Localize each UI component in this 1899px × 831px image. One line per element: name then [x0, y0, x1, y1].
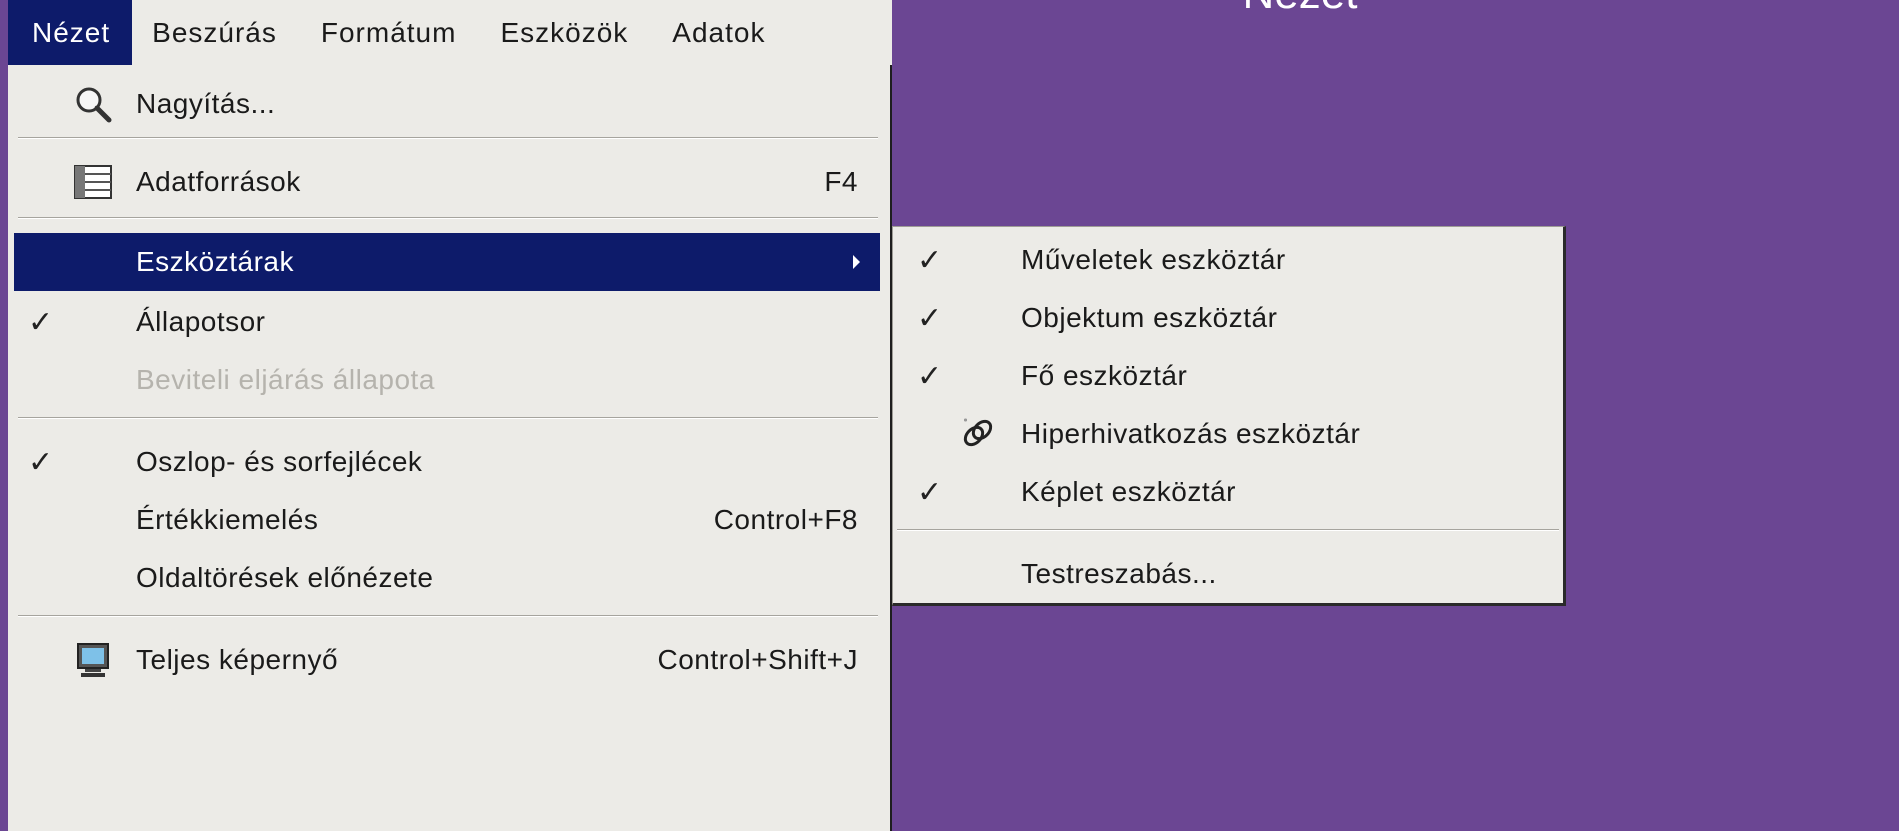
menubar-formatum[interactable]: Formátum [299, 0, 479, 65]
menubar: Nézet Beszúrás Formátum Eszközök Adatok [8, 0, 892, 65]
submenu-arrow-icon [853, 255, 860, 269]
check-icon: ✓ [917, 243, 943, 277]
menubar-nezet[interactable]: Nézet [8, 0, 133, 65]
submenu-item-label: Műveletek eszköztár [1021, 244, 1286, 275]
menu-item-toolbars[interactable]: Eszköztárak [14, 233, 880, 291]
submenu-item-hyperlink-toolbar[interactable]: Hiperhivatkozás eszköztár [893, 405, 1563, 463]
view-menu: Nagyítás... Adatforrások F4 Eszköztárak … [8, 65, 892, 831]
menu-item-label: Nagyítás... [136, 88, 276, 119]
check-icon: ✓ [917, 475, 943, 509]
menubar-eszkozok[interactable]: Eszközök [478, 0, 650, 65]
slide-title: Nézet [1200, 0, 1400, 16]
submenu-item-label: Hiperhivatkozás eszköztár [1021, 418, 1361, 449]
check-icon: ✓ [28, 445, 54, 479]
submenu-item-object-toolbar[interactable]: ✓ Objektum eszköztár [893, 289, 1563, 347]
menu-item-fullscreen[interactable]: Teljes képernyő Control+Shift+J [14, 631, 880, 689]
menu-item-value-highlighting[interactable]: Értékkiemelés Control+F8 [14, 491, 880, 549]
submenu-item-formula-toolbar[interactable]: ✓ Képlet eszköztár [893, 463, 1563, 521]
menu-item-label: Oszlop- és sorfejlécek [136, 446, 423, 477]
submenu-item-label: Képlet eszköztár [1021, 476, 1236, 507]
menu-item-label: Adatforrások [136, 166, 301, 197]
hyperlink-icon [953, 411, 999, 457]
menu-item-headers[interactable]: ✓ Oszlop- és sorfejlécek [14, 433, 880, 491]
submenu-item-label: Fő eszköztár [1021, 360, 1188, 391]
menubar-adatok[interactable]: Adatok [650, 0, 787, 65]
toolbars-submenu: ✓ Műveletek eszköztár ✓ Objektum eszközt… [892, 226, 1566, 606]
magnifier-icon [70, 81, 116, 127]
separator [18, 137, 878, 139]
separator [18, 217, 878, 219]
menu-item-input-method-status: Beviteli eljárás állapota [14, 351, 880, 409]
separator [18, 417, 878, 419]
submenu-item-label: Testreszabás... [1021, 558, 1217, 589]
check-icon: ✓ [917, 301, 943, 335]
menu-item-label: Teljes képernyő [136, 644, 339, 675]
submenu-item-label: Objektum eszköztár [1021, 302, 1278, 333]
submenu-item-customize[interactable]: Testreszabás... [893, 545, 1563, 603]
datasource-icon [70, 159, 116, 205]
menu-item-statusbar[interactable]: ✓ Állapotsor [14, 293, 880, 351]
check-icon: ✓ [917, 359, 943, 393]
menu-item-label: Értékkiemelés [136, 504, 319, 535]
menu-item-label: Eszköztárak [136, 246, 294, 277]
menu-item-zoom[interactable]: Nagyítás... [14, 75, 880, 133]
menubar-beszuras[interactable]: Beszúrás [132, 0, 299, 65]
separator [18, 615, 878, 617]
menu-item-page-break-preview[interactable]: Oldaltörések előnézete [14, 549, 880, 607]
menu-item-label: Oldaltörések előnézete [136, 562, 434, 593]
check-icon: ✓ [28, 305, 54, 339]
menu-item-label: Állapotsor [136, 306, 266, 337]
shortcut-label: Control+Shift+J [657, 644, 858, 675]
submenu-item-main-toolbar[interactable]: ✓ Fő eszköztár [893, 347, 1563, 405]
menu-item-label: Beviteli eljárás állapota [136, 364, 435, 395]
shortcut-label: Control+F8 [713, 504, 858, 535]
menu-item-datasources[interactable]: Adatforrások F4 [14, 153, 880, 211]
monitor-icon [70, 637, 116, 683]
separator [897, 529, 1559, 531]
submenu-item-operations-toolbar[interactable]: ✓ Műveletek eszköztár [893, 231, 1563, 289]
shortcut-label: F4 [824, 166, 858, 197]
